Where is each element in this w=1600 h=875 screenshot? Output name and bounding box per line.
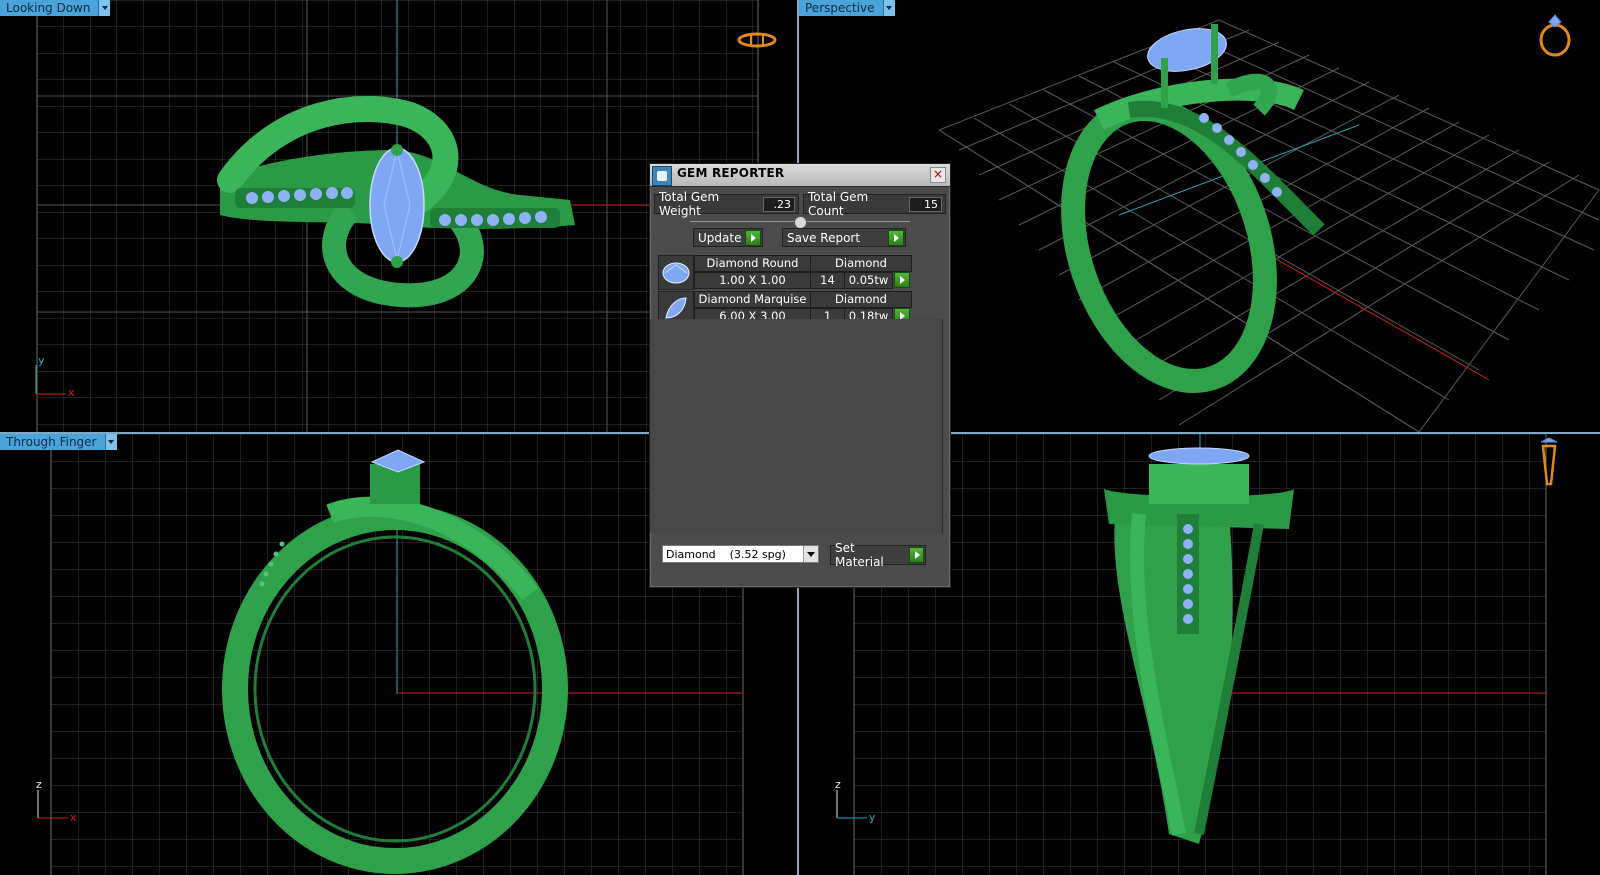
- gem-list-empty-area: [650, 319, 943, 533]
- go-arrow-icon[interactable]: [908, 547, 924, 563]
- viewport-label-perspective[interactable]: Perspective: [799, 0, 895, 16]
- gem-count: 14: [810, 272, 845, 289]
- total-gem-count: Total Gem Count 15: [803, 190, 946, 218]
- dropdown-icon[interactable]: [104, 434, 117, 450]
- go-arrow-icon[interactable]: [745, 229, 761, 246]
- dropdown-icon[interactable]: [882, 0, 895, 16]
- gem-material: Diamond: [810, 291, 912, 308]
- set-material-button[interactable]: Set Material: [830, 541, 926, 569]
- viewport-label-text: Perspective: [799, 0, 883, 16]
- gem-name: Diamond Round: [694, 255, 811, 272]
- close-icon[interactable]: ×: [930, 167, 946, 183]
- axis-label-y: y: [38, 354, 45, 367]
- viewport-label-text: Through Finger: [0, 434, 105, 450]
- viewport-label-text: Looking Down: [0, 0, 99, 16]
- gem-material: Diamond: [810, 255, 912, 272]
- axis-label-z: z: [36, 778, 42, 791]
- save-report-button[interactable]: Save Report: [782, 228, 906, 247]
- total-gem-count-value: 15: [908, 196, 942, 212]
- update-button[interactable]: Update: [693, 228, 763, 247]
- go-arrow-icon[interactable]: [894, 272, 910, 288]
- gem-size: 1.00 X 1.00: [694, 272, 811, 289]
- ring-orientation-icon[interactable]: [1537, 436, 1561, 488]
- viewport-label-looking-down[interactable]: Looking Down: [0, 0, 111, 16]
- axis-label-x: x: [70, 811, 77, 824]
- gem-weight: 0.05tw: [844, 272, 893, 289]
- gem-reporter-panel: GEM REPORTER × Total Gem Weight .23 Tota…: [649, 163, 951, 588]
- update-button-label: Update: [698, 230, 742, 245]
- axis-label-y: y: [869, 811, 876, 824]
- gem-reporter-titlebar[interactable]: GEM REPORTER ×: [650, 164, 950, 187]
- round-gem-icon: [658, 255, 694, 290]
- gem-row-round[interactable]: Diamond Round Diamond 1.00 X 1.00 14 0.0…: [658, 255, 928, 290]
- dropdown-icon[interactable]: [803, 546, 818, 562]
- material-select-value: Diamond (3.52 spg): [666, 548, 786, 561]
- set-material-button-label: Set Material: [835, 541, 884, 569]
- axis-label-z: z: [835, 778, 841, 791]
- ring-orientation-icon[interactable]: [1535, 12, 1575, 58]
- panel-title: GEM REPORTER: [677, 166, 785, 180]
- go-arrow-icon[interactable]: [888, 229, 904, 246]
- dropdown-icon[interactable]: [98, 0, 111, 16]
- total-gem-weight-value: .23: [762, 196, 795, 212]
- gem-name: Diamond Marquise: [694, 291, 811, 308]
- total-gem-count-label: Total Gem Count: [808, 190, 869, 218]
- save-report-button-label: Save Report: [787, 230, 861, 245]
- viewport-label-through-finger[interactable]: Through Finger: [0, 434, 117, 450]
- total-gem-weight-label: Total Gem Weight: [659, 190, 720, 218]
- app-icon: [652, 166, 672, 186]
- total-gem-weight: Total Gem Weight .23: [654, 190, 799, 218]
- material-select[interactable]: Diamond (3.52 spg): [662, 545, 819, 563]
- axis-label-x: x: [68, 386, 75, 399]
- ring-orientation-icon[interactable]: [736, 30, 778, 50]
